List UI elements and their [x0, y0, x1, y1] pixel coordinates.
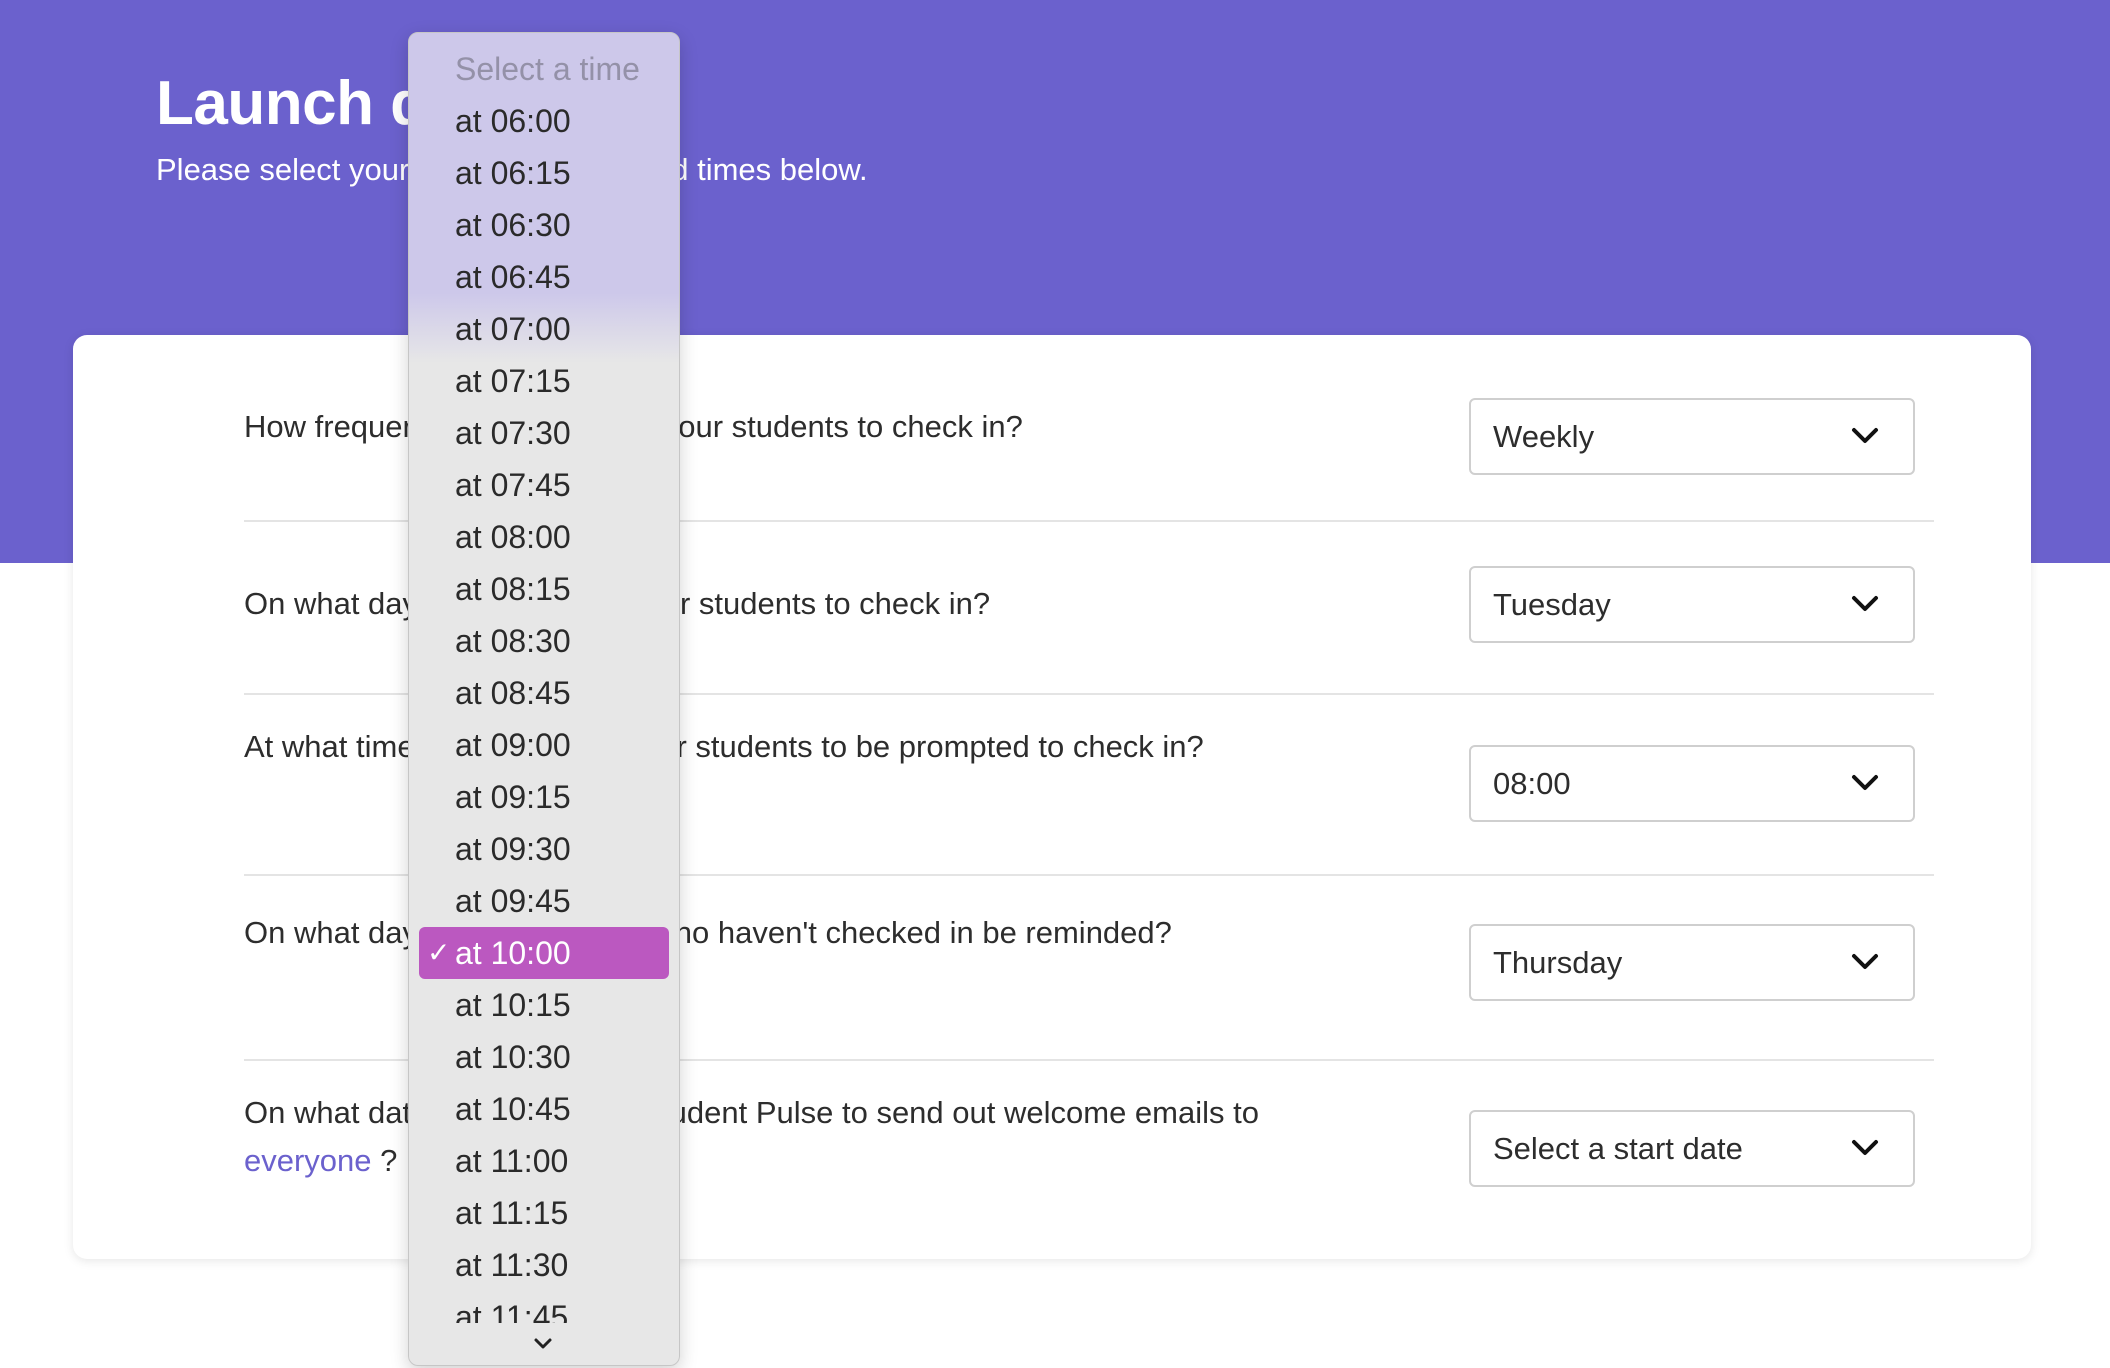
time-option[interactable]: at 08:45 [419, 667, 669, 719]
checkin-time-select[interactable]: 08:00 [1469, 745, 1915, 822]
time-option[interactable]: at 09:15 [419, 771, 669, 823]
checkin-time-select-value: 08:00 [1493, 766, 1571, 801]
start-date-question-text: On what date would you like Student Puls… [244, 1095, 1259, 1130]
time-option-label: at 10:00 [455, 935, 571, 971]
time-option[interactable]: at 09:30 [419, 823, 669, 875]
checkin-day-select[interactable]: Tuesday [1469, 566, 1915, 643]
chevron-down-icon [1852, 775, 1878, 790]
time-option[interactable]: at 08:15 [419, 563, 669, 615]
time-option[interactable]: at 11:30 [419, 1239, 669, 1291]
start-date-question: On what date would you like Student Puls… [244, 1089, 1324, 1185]
everyone-link[interactable]: everyone [244, 1143, 372, 1178]
checkin-day-select-value: Tuesday [1493, 587, 1611, 622]
time-option[interactable]: at 08:00 [419, 511, 669, 563]
time-option[interactable]: at 11:15 [419, 1187, 669, 1239]
time-option[interactable]: at 06:30 [419, 199, 669, 251]
time-option[interactable]: at 08:30 [419, 615, 669, 667]
start-date-select[interactable]: Select a start date [1469, 1110, 1915, 1187]
chevron-down-icon [1852, 954, 1878, 969]
time-option[interactable]: at 07:00 [419, 303, 669, 355]
frequency-select[interactable]: Weekly [1469, 398, 1915, 475]
time-option[interactable]: at 09:00 [419, 719, 669, 771]
time-option[interactable]: at 09:45 [419, 875, 669, 927]
reminder-day-select-value: Thursday [1493, 945, 1623, 980]
chevron-down-icon [1852, 1140, 1878, 1155]
time-option[interactable]: at 11:00 [419, 1135, 669, 1187]
time-option[interactable]: at 07:15 [419, 355, 669, 407]
checkin-time-question: At what time would you like your student… [244, 729, 1204, 764]
chevron-down-icon [1852, 596, 1878, 611]
time-option-placeholder: Select a time [455, 51, 640, 87]
chevron-down-icon[interactable] [533, 1337, 553, 1351]
time-option-selected[interactable]: ✓ at 10:00 [419, 927, 669, 979]
start-date-select-value: Select a start date [1493, 1131, 1743, 1166]
time-option[interactable]: at 10:15 [419, 979, 669, 1031]
chevron-down-icon [1852, 428, 1878, 443]
time-dropdown-menu[interactable]: Select a time at 06:00 at 06:15 at 06:30 at… [408, 32, 680, 1366]
reminder-day-select[interactable]: Thursday [1469, 924, 1915, 1001]
settings-card: How frequently would you like your stude… [73, 335, 2031, 1259]
time-option[interactable]: at 06:00 [419, 95, 669, 147]
checkmark-icon: ✓ [427, 937, 451, 968]
time-option[interactable]: at 06:15 [419, 147, 669, 199]
time-option[interactable]: at 11:45 [419, 1291, 669, 1323]
time-option[interactable]: at 10:30 [419, 1031, 669, 1083]
time-option[interactable]: at 06:45 [419, 251, 669, 303]
time-option[interactable]: at 10:45 [419, 1083, 669, 1135]
time-option[interactable]: at 07:45 [419, 459, 669, 511]
frequency-select-value: Weekly [1493, 419, 1595, 454]
time-option[interactable]: at 07:30 [419, 407, 669, 459]
start-date-question-suffix: ? [371, 1143, 398, 1178]
time-option-list[interactable]: Select a time at 06:00 at 06:15 at 06:30 at… [409, 33, 679, 1323]
checkin-day-question: On what day would you like your students… [244, 586, 991, 621]
reminder-day-question: On what day should students who haven't … [244, 915, 1172, 950]
frequency-question: How frequently would you like your stude… [244, 409, 1023, 444]
